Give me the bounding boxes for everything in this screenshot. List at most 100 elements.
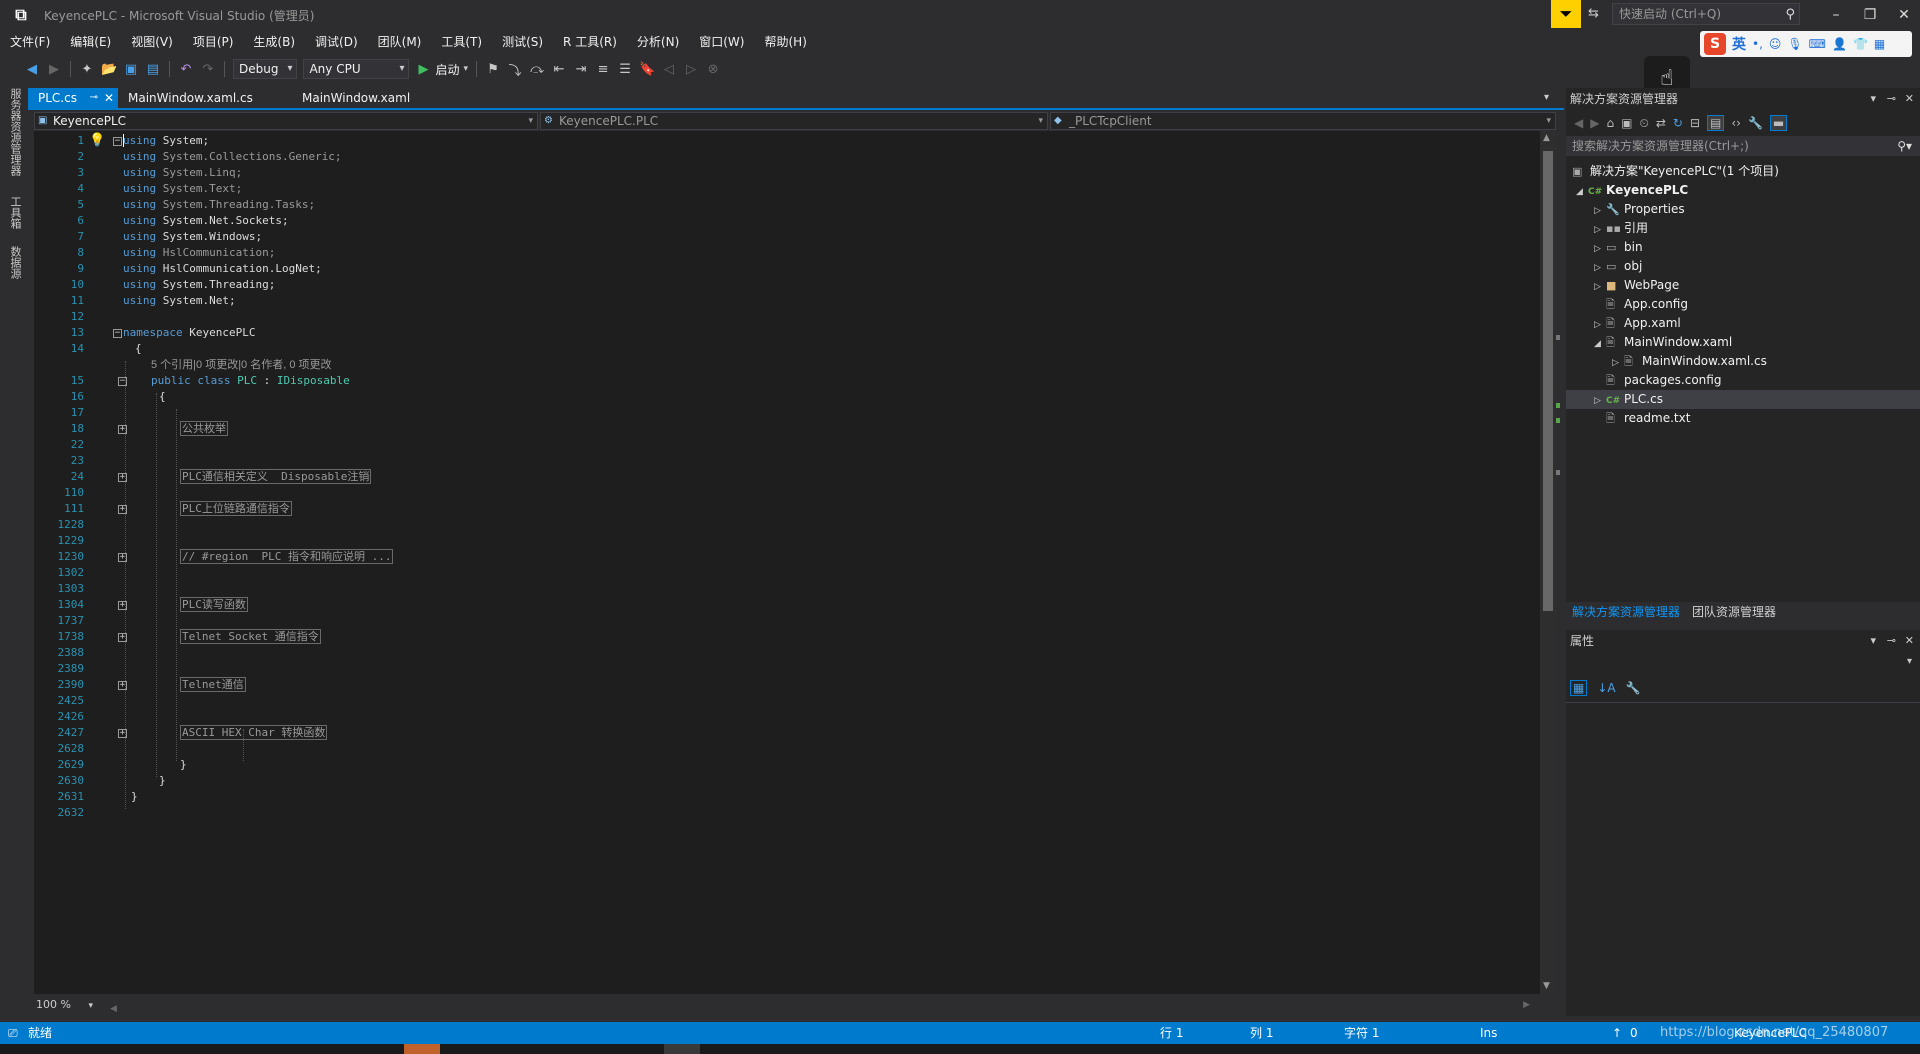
auto-hide-pin-icon[interactable]: ⊸ bbox=[1887, 88, 1896, 110]
menu-team[interactable]: 团队(M) bbox=[378, 33, 422, 50]
code-line[interactable]: 18 公共枚举 + bbox=[34, 421, 1434, 437]
project-combo[interactable]: ▣ KeyencePLC ▾ bbox=[34, 112, 538, 130]
code-line[interactable]: 2628 bbox=[34, 741, 1434, 757]
start-debugging-button[interactable]: ▶ 启动 ▾ bbox=[415, 61, 468, 78]
tree-node-app-xaml[interactable]: ▷ 🗎 App.xaml bbox=[1594, 314, 1681, 333]
tab-solution-explorer[interactable]: 解决方案资源管理器 bbox=[1566, 602, 1686, 622]
code-line[interactable]: 1302 bbox=[34, 565, 1434, 581]
sync-icon[interactable]: ⇄ bbox=[1656, 116, 1666, 130]
clear-bookmarks-icon[interactable]: ⊗ bbox=[705, 62, 721, 77]
code-line[interactable]: 1229 bbox=[34, 533, 1434, 549]
scroll-left-icon[interactable]: ◀ bbox=[110, 1004, 117, 1014]
code-line[interactable]: 24 PLC通信相关定义 Disposable注销 + bbox=[34, 469, 1434, 485]
expanded-icon[interactable]: ◢ bbox=[1594, 335, 1606, 354]
code-line[interactable]: 1738 Telnet Socket 通信指令 + bbox=[34, 629, 1434, 645]
save-all-icon[interactable]: ▤ bbox=[145, 62, 161, 77]
forward-icon[interactable]: ▶ bbox=[1590, 116, 1599, 130]
code-line[interactable]: 3 using System.Linq; bbox=[34, 165, 1434, 181]
minimize-button[interactable]: – bbox=[1822, 4, 1850, 26]
tree-node-bin[interactable]: ▷ ▭ bin bbox=[1594, 238, 1643, 257]
home-icon[interactable]: ⌂ bbox=[1606, 116, 1614, 130]
editor-horizontal-scrollbar[interactable]: ◀ ▶ bbox=[110, 1000, 1530, 1014]
tree-node-references[interactable]: ▷ ▪▪ 引用 bbox=[1594, 219, 1648, 238]
scroll-right-icon[interactable]: ▶ bbox=[1523, 1000, 1530, 1010]
region-label[interactable]: // #region PLC 指令和响应说明 ... bbox=[180, 549, 394, 564]
categorized-icon[interactable]: ▦ bbox=[1570, 680, 1588, 696]
switch-views-icon[interactable]: ▣ bbox=[1621, 116, 1632, 130]
uncomment-icon[interactable]: ☰ bbox=[617, 62, 633, 77]
zoom-level-select[interactable]: 100 % ▾ bbox=[34, 996, 94, 1014]
code-line[interactable]: 12 bbox=[34, 309, 1434, 325]
tab-mainwindow-xaml[interactable]: MainWindow.xaml bbox=[292, 88, 420, 108]
region-label[interactable]: Telnet通信 bbox=[180, 677, 246, 692]
menu-project[interactable]: 项目(P) bbox=[193, 33, 234, 50]
code-line[interactable]: 6 using System.Net.Sockets; bbox=[34, 213, 1434, 229]
menu-window[interactable]: 窗口(W) bbox=[699, 33, 744, 50]
step-into-icon[interactable]: ⤵ bbox=[507, 60, 523, 79]
tree-node-mainwindow-xaml[interactable]: ◢ 🗎 MainWindow.xaml bbox=[1594, 333, 1732, 352]
code-line[interactable]: 2388 bbox=[34, 645, 1434, 661]
outdent-icon[interactable]: ⇤ bbox=[551, 62, 567, 77]
solution-platform-select[interactable]: Any CPU bbox=[303, 59, 410, 79]
tree-node-obj[interactable]: ▷ ▭ obj bbox=[1594, 257, 1642, 276]
code-line[interactable]: 111 PLC上位链路通信指令 + bbox=[34, 501, 1434, 517]
properties-grid[interactable] bbox=[1566, 702, 1920, 1016]
code-line[interactable]: 9 using HslCommunication.LogNet; bbox=[34, 261, 1434, 277]
taskbar-app-button[interactable] bbox=[664, 1044, 700, 1054]
undo-icon[interactable]: ↶ bbox=[178, 62, 194, 77]
skin-icon[interactable]: 👕 bbox=[1853, 37, 1868, 51]
open-file-icon[interactable]: 📂 bbox=[101, 62, 117, 77]
code-line[interactable]: 2631} bbox=[34, 789, 1434, 805]
tree-node-webpage[interactable]: ▷ ■ WebPage bbox=[1594, 276, 1679, 295]
region-label[interactable]: PLC读写函数 bbox=[180, 597, 248, 612]
solution-configuration-select[interactable]: Debug bbox=[233, 59, 298, 79]
sogou-logo-icon[interactable]: S bbox=[1704, 33, 1726, 55]
punctuation-icon[interactable]: •, bbox=[1752, 37, 1763, 51]
tree-node-mainwindow-xaml-cs[interactable]: ▷ 🗎 MainWindow.xaml.cs bbox=[1612, 352, 1767, 371]
code-line[interactable]: 1737 bbox=[34, 613, 1434, 629]
navigate-back-icon[interactable]: ◀ bbox=[24, 62, 40, 77]
status-pending-count[interactable]: 0 bbox=[1630, 1022, 1638, 1044]
collapse-outline-icon[interactable]: − bbox=[113, 137, 122, 146]
ime-mode-label[interactable]: 英 bbox=[1732, 34, 1746, 54]
code-line[interactable]: 22 bbox=[34, 437, 1434, 453]
menu-debug[interactable]: 调试(D) bbox=[315, 33, 358, 50]
menu-test[interactable]: 测试(S) bbox=[502, 33, 543, 50]
region-label[interactable]: PLC上位链路通信指令 bbox=[180, 501, 292, 516]
menu-edit[interactable]: 编辑(E) bbox=[70, 33, 111, 50]
microphone-icon[interactable]: 🎙 bbox=[1787, 37, 1802, 51]
collapsed-icon[interactable]: ▷ bbox=[1594, 278, 1606, 297]
pin-icon[interactable]: ⊸ bbox=[90, 88, 98, 108]
scrollbar-thumb[interactable] bbox=[1543, 151, 1553, 611]
code-line[interactable]: 2426 bbox=[34, 709, 1434, 725]
code-line[interactable]: 2389 bbox=[34, 661, 1434, 677]
collapsed-icon[interactable]: ▷ bbox=[1594, 392, 1606, 411]
code-line[interactable]: 5 using System.Threading.Tasks; bbox=[34, 197, 1434, 213]
region-label[interactable]: PLC通信相关定义 Disposable注销 bbox=[180, 469, 372, 484]
collapse-all-icon[interactable]: ⊟ bbox=[1690, 116, 1700, 130]
menu-file[interactable]: 文件(F) bbox=[10, 33, 50, 50]
server-explorer-tab[interactable]: 服务器资源管理器 bbox=[7, 88, 23, 176]
previous-bookmark-icon[interactable]: ◁ bbox=[661, 62, 677, 77]
view-code-icon[interactable]: ‹› bbox=[1731, 116, 1741, 130]
tree-node-project[interactable]: ◢ C# KeyencePLC bbox=[1576, 181, 1688, 200]
comment-icon[interactable]: ≡ bbox=[595, 62, 611, 77]
tree-node-properties[interactable]: ▷ 🔧 Properties bbox=[1594, 200, 1685, 219]
collapse-outline-icon[interactable]: − bbox=[113, 329, 122, 338]
region-label[interactable]: ASCII HEX Char 转换函数 bbox=[180, 725, 328, 740]
solution-search-input[interactable]: 搜索解决方案资源管理器(Ctrl+;) ⚲▾ bbox=[1566, 136, 1920, 156]
show-all-files-icon[interactable]: ▤ bbox=[1707, 115, 1725, 131]
bookmark-icon[interactable]: 🔖 bbox=[639, 62, 655, 77]
type-combo[interactable]: ⚙ KeyencePLC.PLC ▾ bbox=[540, 112, 1048, 130]
expanded-icon[interactable]: ◢ bbox=[1576, 183, 1588, 202]
code-line[interactable]: 8 using HslCommunication; bbox=[34, 245, 1434, 261]
code-line[interactable]: 2629} bbox=[34, 757, 1434, 773]
indent-icon[interactable]: ⇥ bbox=[573, 62, 589, 77]
code-line[interactable]: 15 public class PLC : IDisposable − bbox=[34, 373, 1434, 389]
region-label[interactable]: 公共枚举 bbox=[180, 421, 228, 436]
keyboard-icon[interactable]: ⌨ bbox=[1809, 37, 1826, 51]
menu-build[interactable]: 生成(B) bbox=[253, 33, 295, 50]
code-line[interactable]: 11 using System.Net; bbox=[34, 293, 1434, 309]
close-icon[interactable]: ✕ bbox=[1905, 88, 1914, 110]
code-editor[interactable]: 💡 1 using System; −2 using System.Collectio… bbox=[34, 131, 1544, 994]
